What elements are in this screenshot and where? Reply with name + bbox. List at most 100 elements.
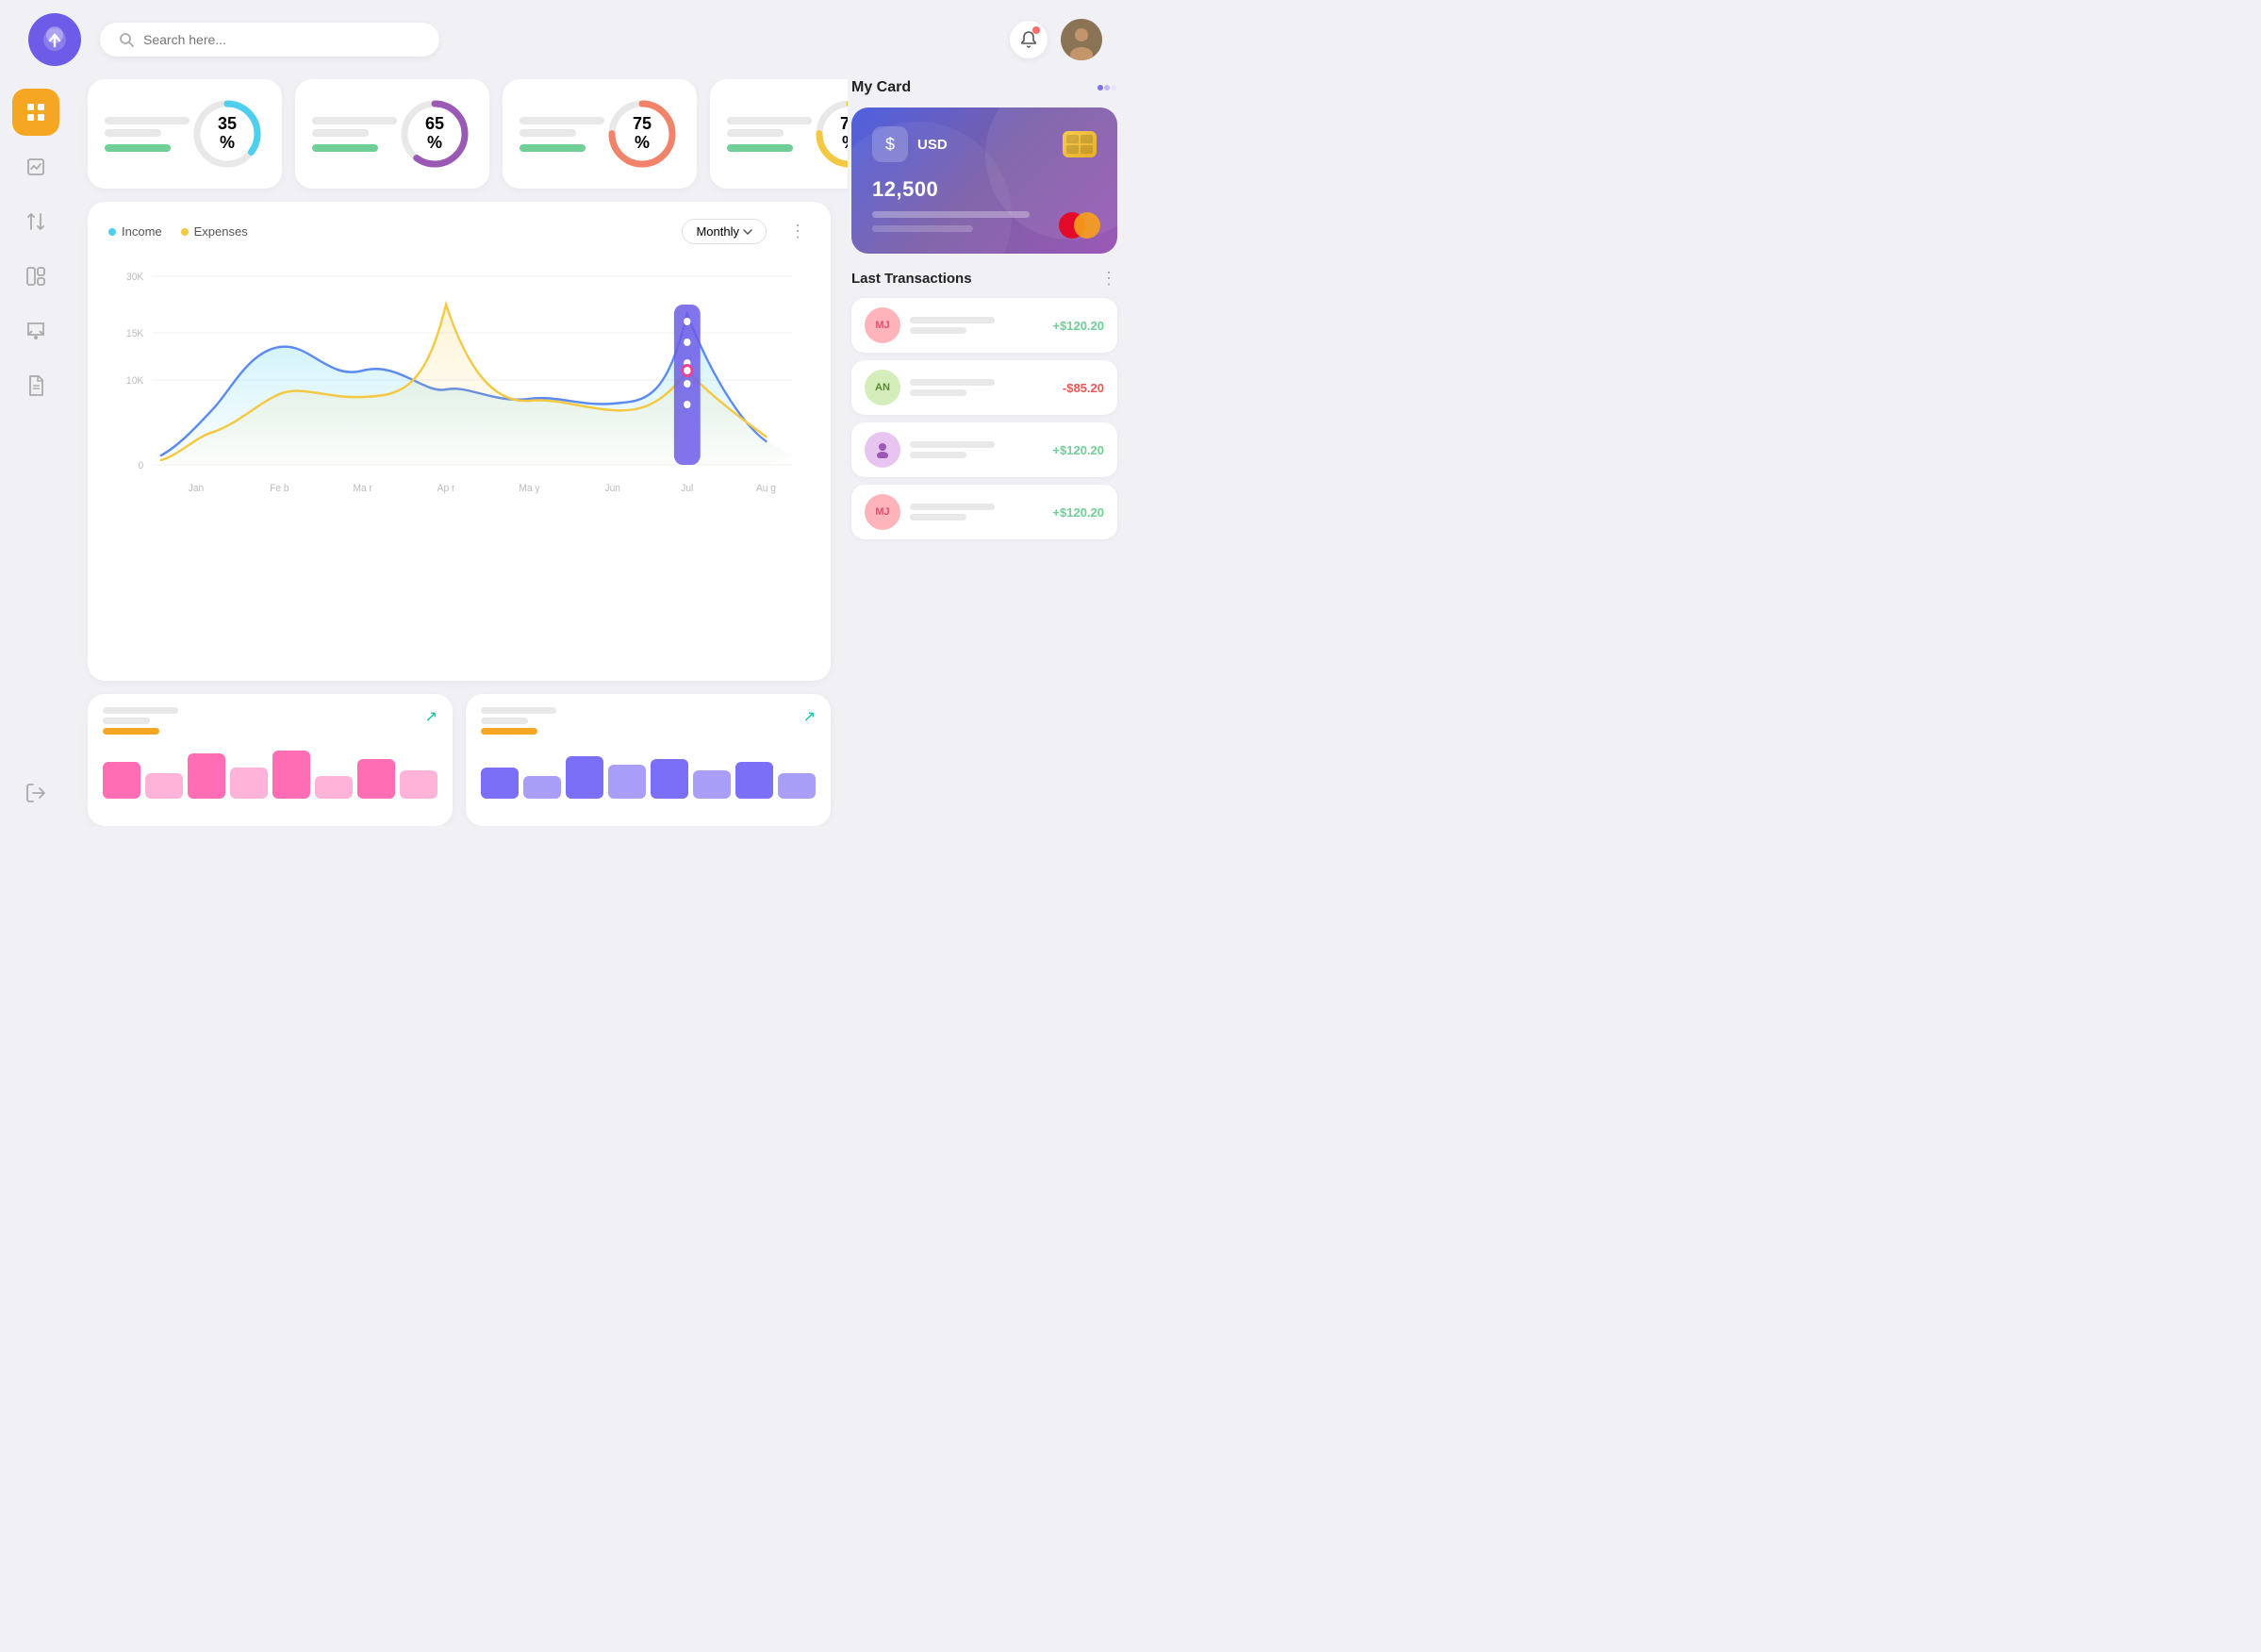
logo[interactable] [28,13,81,66]
stat-gauge-1: 35% [190,96,265,172]
mini-chart-1: ↗ [88,694,453,826]
notification-button[interactable] [1010,21,1048,58]
trans-avatar-3 [865,432,900,468]
trans-lines-2 [910,379,1053,396]
stat-progress [727,144,793,152]
chart-card: Income Expenses Monthly ⋮ [88,202,831,681]
person-icon [874,441,891,458]
svg-text:Jan: Jan [189,483,205,494]
card-visual: $ USD 12,500 [851,107,1117,254]
stat-card-3-left [520,117,604,152]
mini-bars-2 [481,742,816,799]
transfer-icon [25,210,47,233]
mini-line [481,718,528,724]
logout-icon [25,782,47,804]
search-icon [119,32,134,47]
sidebar-item-document[interactable] [12,362,59,409]
mini-bar [693,770,731,799]
trans-lines-3 [910,441,1043,458]
search-input[interactable] [143,32,421,47]
trans-avatar-4: MJ [865,494,900,530]
svg-text:10K: 10K [126,375,143,387]
avatar[interactable] [1061,19,1102,60]
message-icon [25,320,47,342]
transaction-item-1: MJ +$120.20 [851,298,1117,353]
stat-line [312,117,397,124]
stat-line [727,129,784,137]
chart-icon [25,156,47,178]
mini-chart-2: ↗ [466,694,831,826]
my-card-header: My Card [851,79,1117,96]
expenses-dot [181,228,189,236]
sidebar-item-dashboard[interactable] [12,89,59,136]
transactions-section: Last Transactions ⋮ MJ +$120.20 AN -$85.… [851,269,1117,547]
transactions-title: Last Transactions [851,271,972,287]
my-card-title: My Card [851,79,911,96]
legend-income: Income [108,224,162,239]
topnav-right [1010,19,1102,60]
mini-bar [778,773,816,799]
mini-highlight [481,728,537,735]
svg-text:15K: 15K [126,328,143,339]
sidebar-item-logout[interactable] [12,769,59,817]
trans-line [910,441,995,448]
sidebar-item-grid[interactable] [12,253,59,300]
mini-highlight [103,728,159,735]
mini-bar [523,776,561,799]
search-bar[interactable] [100,23,439,57]
mini-line [103,707,178,714]
transaction-item-4: MJ +$120.20 [851,485,1117,539]
svg-text:Fe b: Fe b [270,483,289,494]
my-card-section: My Card $ USD [851,79,1117,254]
mini-bars-1 [103,742,437,799]
mini-bar [651,759,688,799]
stat-card-4-left [727,117,812,152]
transaction-item-2: AN -$85.20 [851,360,1117,415]
sidebar-item-transfer[interactable] [12,198,59,245]
dashboard-icon [25,101,47,124]
mastercard-yellow [1074,212,1100,239]
svg-text:Jul: Jul [681,483,693,494]
more-options-button[interactable]: ⋮ [785,222,810,241]
transactions-more-button[interactable]: ⋮ [1100,269,1117,289]
stat-line [105,117,190,124]
stat-progress [105,144,171,152]
mini-bar [357,759,395,799]
stat-card-2-left [312,117,397,152]
mini-bar [400,770,437,799]
trans-avatar-1: MJ [865,307,900,343]
income-dot [108,228,116,236]
stat-card-4: 75% [710,79,848,189]
stat-card-3: 75% [503,79,697,189]
stat-line [520,129,576,137]
stat-card-1-left [105,117,190,152]
avatar-image [1061,19,1102,60]
mini-bar [481,768,519,799]
mini-bar [608,765,646,799]
card-options-icon[interactable] [1097,80,1117,95]
income-label: Income [122,224,162,239]
trans-amount-4: +$120.20 [1052,505,1104,520]
right-panel: My Card $ USD [848,79,1130,826]
mini-bar [145,773,183,799]
mini-bar [735,762,773,799]
stat-gauge-3: 75% [604,96,680,172]
sidebar [0,79,71,826]
mini-bar [230,768,268,799]
mini-bar [315,776,353,799]
trans-line [910,389,966,396]
sidebar-item-chart[interactable] [12,143,59,190]
stat-line [727,117,812,124]
line-chart: 30K 15K 10K 0 Jan Fe b Ma r Ap r Ma y Ju… [108,257,810,503]
trans-line [910,514,966,520]
trans-lines-1 [910,317,1043,334]
trans-line [910,379,995,386]
main-layout: 35% 65% [0,79,1130,826]
chart-header: Income Expenses Monthly ⋮ [108,219,810,244]
period-select-button[interactable]: Monthly [682,219,767,244]
trans-line [910,504,995,510]
sidebar-item-message[interactable] [12,307,59,355]
mastercard-icon [1059,212,1100,239]
trans-lines-4 [910,504,1043,520]
transactions-header: Last Transactions ⋮ [851,269,1117,289]
